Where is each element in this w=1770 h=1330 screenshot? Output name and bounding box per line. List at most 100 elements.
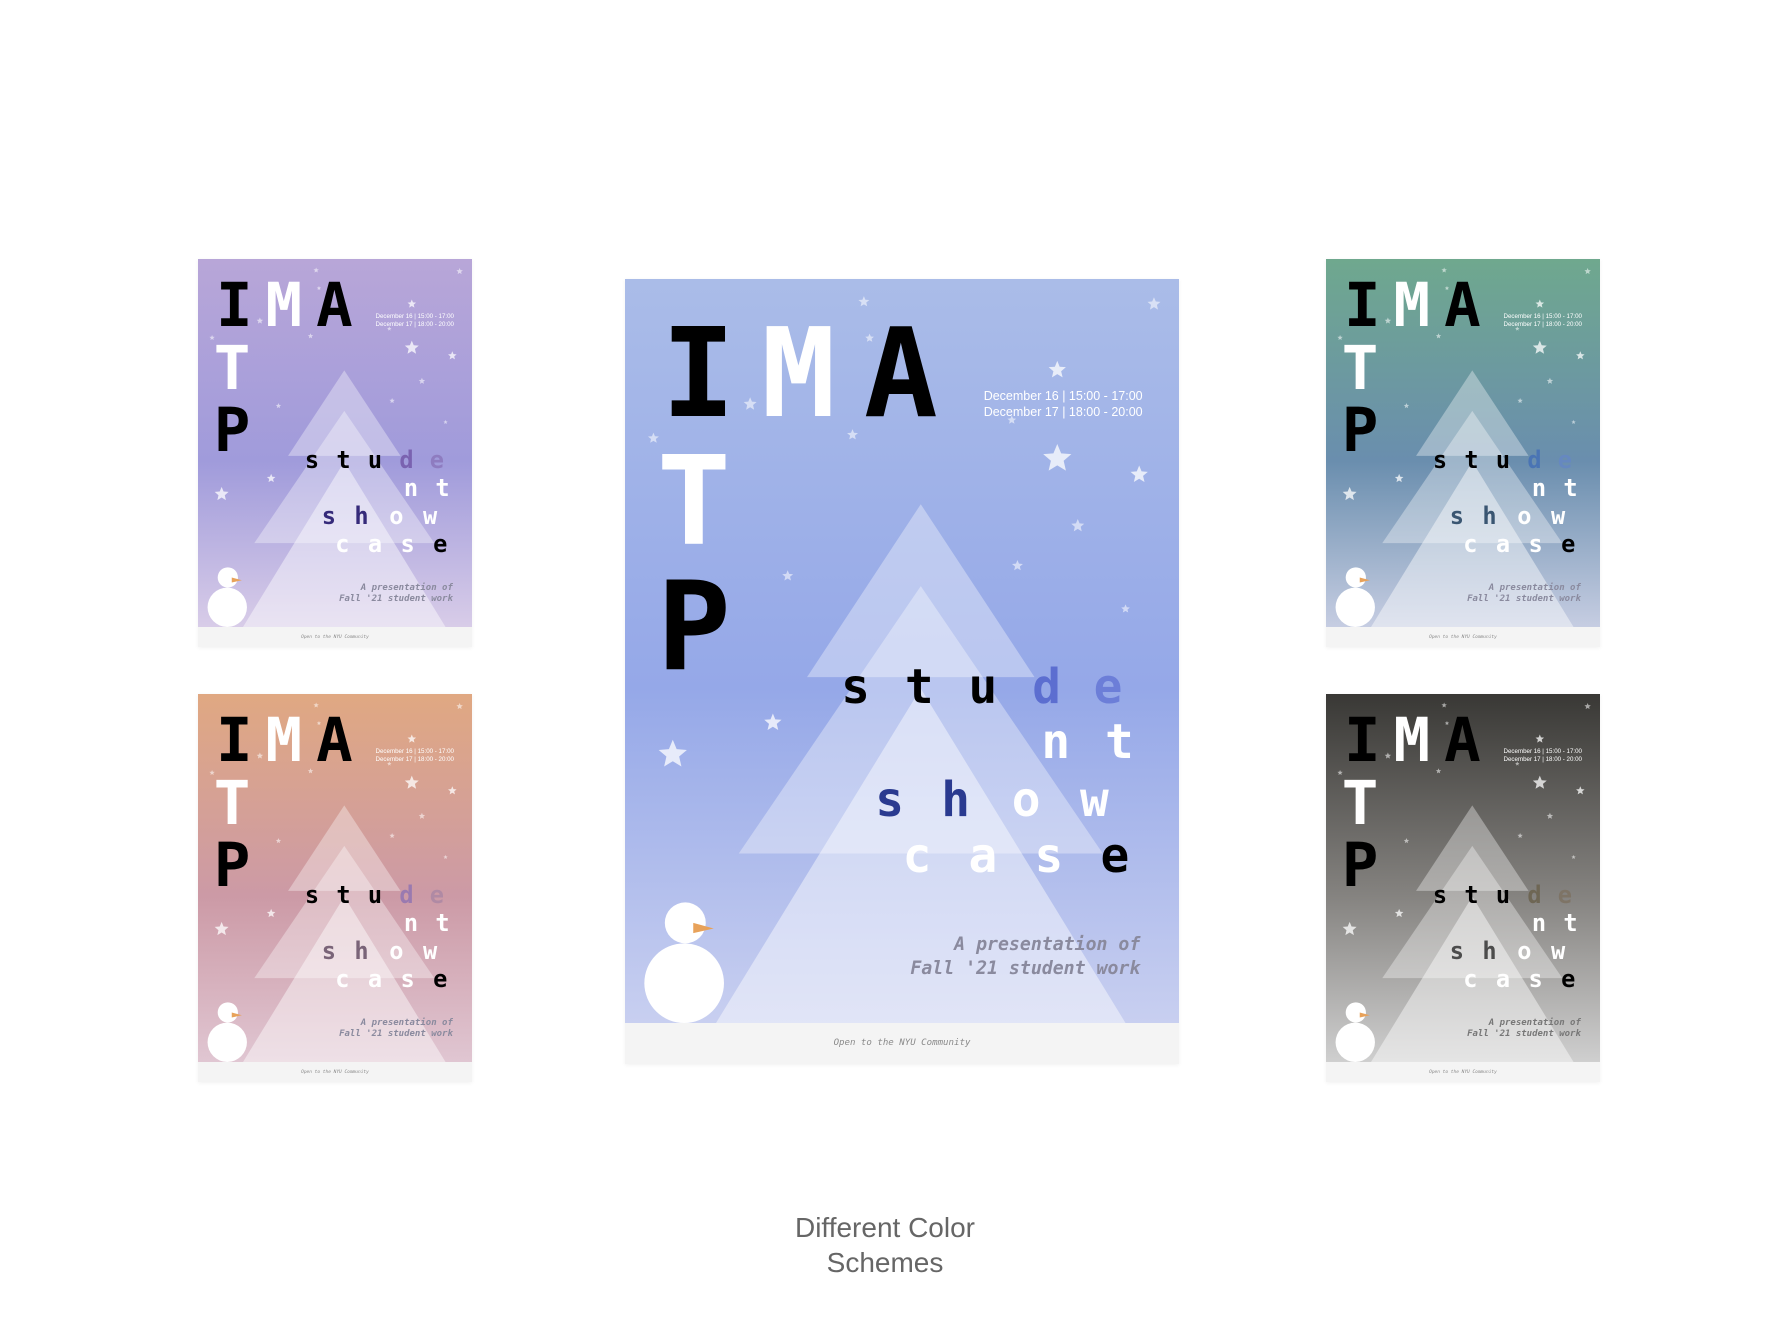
star-icon [1403, 838, 1410, 844]
poster-footer: Open to the NYU Community [625, 1022, 1179, 1064]
title-letter-i: I [661, 302, 736, 446]
snowman-head [1345, 567, 1366, 588]
word-letter-showcase: w [1551, 937, 1566, 966]
caption: Different Color Schemes [0, 1210, 1770, 1280]
star-icon [214, 921, 229, 936]
star-icon [456, 268, 463, 275]
event-date: December 17 | 18:00 - 20:00 [375, 321, 454, 329]
word-letter-student: s [304, 446, 320, 475]
star-icon [448, 351, 457, 360]
star-icon [658, 739, 687, 767]
event-dates: December 16 | 15:00 - 17:00 December 17 |… [376, 313, 454, 329]
tagline-line: Fall '21 student work [339, 1029, 453, 1040]
event-date: December 17 | 18:00 - 20:00 [983, 405, 1143, 420]
word-letter-student: t [435, 473, 450, 502]
word-letter-showcase: c [335, 965, 350, 993]
event-date: December 17 | 18:00 - 20:00 [375, 756, 454, 764]
poster-footer: Open to the NYU Community [198, 626, 472, 648]
tagline: A presentation of Fall '21 student work [910, 933, 1140, 980]
word-letter-showcase: h [1482, 502, 1497, 531]
star-icon [1043, 443, 1072, 471]
word-letter-student: t [1105, 715, 1134, 771]
word-letter-showcase: s [321, 502, 336, 531]
word-letter-student: e [1093, 659, 1123, 715]
event-date: December 16 | 15:00 - 17:00 [983, 389, 1143, 404]
snowman-body [1335, 1022, 1375, 1062]
title-letter-a: A [1444, 705, 1481, 776]
event-date: December 16 | 15:00 - 17:00 [375, 313, 454, 320]
star-icon [443, 419, 448, 424]
word-letter-student: n [403, 473, 419, 502]
star-icon [1532, 340, 1547, 354]
word-letter-student: u [968, 659, 998, 715]
star-icon [764, 713, 782, 731]
word-letter-student: d [399, 446, 414, 475]
title-letter-t: T [1341, 768, 1379, 839]
word-letter-showcase: s [1449, 937, 1464, 966]
tagline-line: A presentation of [1488, 1017, 1581, 1028]
snowman-head [217, 1002, 238, 1023]
star-icon [1535, 734, 1545, 743]
word-letter-showcase: s [400, 965, 415, 993]
title-letter-m: M [265, 705, 303, 776]
word-letter-student: s [1432, 446, 1448, 475]
word-letter-student: n [1531, 473, 1547, 502]
star-icon [1384, 317, 1392, 324]
title-letter-p: P [656, 554, 731, 698]
word-letter-showcase: h [1482, 937, 1497, 966]
word-letter-student: u [367, 881, 383, 910]
star-icon [1012, 559, 1023, 571]
star-icon [1571, 854, 1576, 859]
word-letter-student: d [399, 881, 414, 910]
poster-peach: I M A T P December 16 | 15:00 - 17:00 December… [198, 694, 472, 1083]
star-icon [266, 908, 276, 918]
tagline-line: A presentation of [360, 1017, 453, 1028]
title-letter-a: A [316, 705, 353, 776]
snowman-head [664, 902, 706, 944]
word-letter-showcase: a [968, 829, 998, 884]
star-icon [1584, 703, 1591, 710]
title-letter-p: P [213, 395, 251, 466]
word-letter-showcase: c [902, 829, 932, 884]
word-letter-student: n [1041, 715, 1071, 771]
star-icon [266, 473, 276, 483]
star-icon [743, 397, 757, 410]
tagline: A presentation of Fall '21 student work [1467, 583, 1581, 606]
star-icon [847, 429, 858, 440]
caption-line-1: Different Color [794, 1212, 975, 1243]
tagline-line: Fall '21 student work [1467, 594, 1581, 605]
event-date: December 16 | 15:00 - 17:00 [375, 748, 454, 755]
word-letter-showcase: s [321, 937, 336, 966]
word-letter-student: d [1032, 659, 1062, 715]
tagline: A presentation of Fall '21 student work [1467, 1018, 1581, 1041]
word-letter-student: t [1464, 446, 1479, 475]
tagline: A presentation of Fall '21 student work [339, 1018, 453, 1041]
star-icon [1517, 397, 1523, 404]
word-letter-showcase: w [1551, 502, 1566, 531]
star-icon [404, 775, 419, 789]
star-icon [404, 340, 419, 354]
star-icon [1546, 812, 1554, 819]
title-letter-t: T [656, 429, 731, 573]
word-letter-showcase: o [1011, 773, 1041, 829]
title-letter-t: T [1341, 333, 1379, 404]
star-icon [1342, 486, 1357, 501]
word-letter-student: e [1557, 446, 1573, 475]
word-letter-showcase: o [389, 937, 404, 966]
star-icon [1532, 775, 1547, 789]
word-letter-student: s [841, 659, 870, 715]
star-icon [456, 703, 463, 710]
word-letter-student: u [1495, 446, 1511, 475]
star-icon [389, 832, 395, 839]
title-letter-p: P [213, 830, 251, 901]
title-letter-i: I [1344, 705, 1381, 776]
tagline-line: A presentation of [1488, 582, 1581, 593]
star-icon [1576, 786, 1585, 795]
tagline: A presentation of Fall '21 student work [339, 583, 453, 606]
star-icon [407, 734, 417, 743]
word-letter-showcase: o [1517, 502, 1532, 531]
title-letter-a: A [1444, 270, 1481, 341]
word-letter-student: u [1495, 881, 1511, 910]
star-icon [1394, 908, 1404, 918]
star-icon [1435, 333, 1442, 339]
